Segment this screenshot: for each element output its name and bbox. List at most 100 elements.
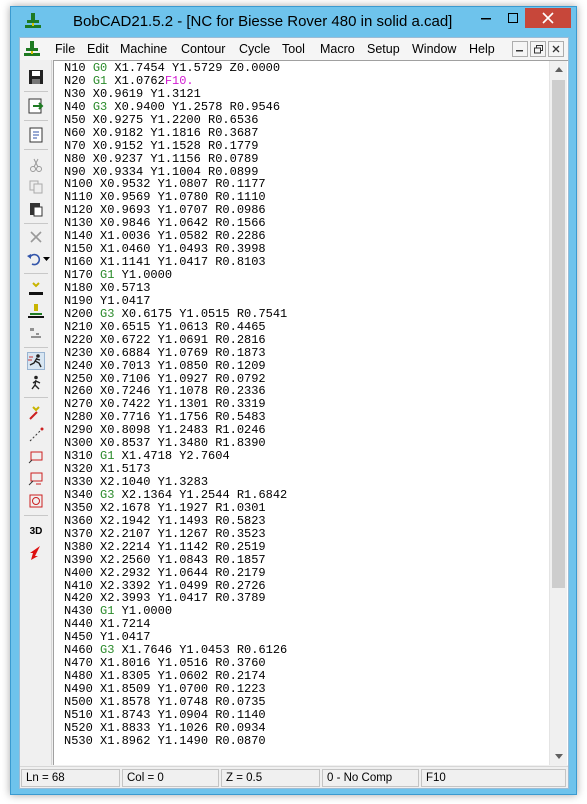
code-line[interactable]: N430 G1 Y1.0000 — [64, 605, 544, 618]
code-line[interactable]: N170 G1 Y1.0000 — [64, 269, 544, 282]
code-line[interactable]: N290 X0.8098 Y1.2483 R1.0246 — [64, 424, 544, 437]
run-icon[interactable] — [27, 352, 45, 370]
code-line[interactable]: N110 X0.9569 Y1.0780 R0.1110 — [64, 191, 544, 204]
code-line[interactable]: N330 X2.1040 Y1.3283 — [64, 476, 544, 489]
3d-icon[interactable]: 3D — [27, 522, 45, 540]
undo-icon[interactable] — [25, 250, 43, 268]
code-line[interactable]: N70 X0.9152 Y1.1528 R0.1779 — [64, 140, 544, 153]
rectangle-arrow-icon[interactable] — [27, 470, 45, 488]
code-line[interactable]: N240 X0.7013 Y1.0850 R0.1209 — [64, 360, 544, 373]
step-icon[interactable] — [27, 324, 45, 342]
menu-machine[interactable]: Machine — [120, 42, 167, 56]
code-line[interactable]: N150 X1.0460 Y1.0493 R0.3998 — [64, 243, 544, 256]
code-line[interactable]: N30 X0.9619 Y1.3121 — [64, 88, 544, 101]
code-line[interactable]: N50 X0.9275 Y1.2200 R0.6536 — [64, 114, 544, 127]
code-line[interactable]: N320 X1.5173 — [64, 463, 544, 476]
cut-icon[interactable] — [27, 156, 45, 174]
code-line[interactable]: N530 X1.8962 Y1.1490 R0.0870 — [64, 735, 544, 748]
code-text: N120 X0.9693 Y1.0707 R0.0986 — [64, 204, 266, 218]
scroll-down-arrow-icon[interactable] — [550, 748, 567, 765]
code-line[interactable]: N90 X0.9334 Y1.1004 R0.0899 — [64, 166, 544, 179]
dropdown-icon[interactable] — [42, 250, 50, 268]
code-line[interactable]: N180 X0.5713 — [64, 282, 544, 295]
delete-icon[interactable] — [27, 228, 45, 246]
menu-macro[interactable]: Macro — [320, 42, 355, 56]
code-line[interactable]: N490 X1.8509 Y1.0700 R0.1223 — [64, 683, 544, 696]
title-bar[interactable]: BobCAD21.5.2 - [NC for Biesse Rover 480 … — [11, 7, 576, 35]
code-line[interactable]: N60 X0.9182 Y1.1816 R0.3687 — [64, 127, 544, 140]
dashed-line-icon[interactable] — [27, 426, 45, 444]
menu-file[interactable]: File — [55, 42, 75, 56]
code-line[interactable]: N340 G3 X2.1364 Y1.2544 R1.6842 — [64, 489, 544, 502]
code-line[interactable]: N10 G0 X1.7454 Y1.5729 Z0.0000 — [64, 62, 544, 75]
code-line[interactable]: N220 X0.6722 Y1.0691 R0.2816 — [64, 334, 544, 347]
code-line[interactable]: N230 X0.6884 Y1.0769 R0.1873 — [64, 347, 544, 360]
red-arrow-icon[interactable] — [27, 544, 45, 562]
scroll-up-arrow-icon[interactable] — [550, 61, 567, 78]
tool-path-icon[interactable] — [27, 280, 45, 298]
wire-icon[interactable] — [27, 404, 45, 422]
code-line[interactable]: N410 X2.3392 Y1.0499 R0.2726 — [64, 580, 544, 593]
code-line[interactable]: N440 X1.7214 — [64, 618, 544, 631]
code-line[interactable]: N80 X0.9237 Y1.1156 R0.0789 — [64, 153, 544, 166]
nc-code-editor[interactable]: N10 G0 X1.7454 Y1.5729 Z0.0000 N20 G1 X1.… — [53, 60, 568, 765]
menu-help[interactable]: Help — [469, 42, 495, 56]
code-line[interactable]: N310 G1 X1.4718 Y2.7604 — [64, 450, 544, 463]
code-line[interactable]: N210 X0.6515 Y1.0613 R0.4465 — [64, 321, 544, 334]
code-line[interactable]: N260 X0.7246 Y1.1078 R0.2336 — [64, 385, 544, 398]
maximize-button[interactable] — [500, 8, 526, 28]
mdi-close-button[interactable] — [548, 41, 564, 57]
code-line[interactable]: N520 X1.8833 Y1.1026 R0.0934 — [64, 722, 544, 735]
code-line[interactable]: N400 X2.2932 Y1.0644 R0.2179 — [64, 567, 544, 580]
minimize-button[interactable] — [473, 8, 499, 28]
menu-cycle[interactable]: Cycle — [239, 42, 270, 56]
code-line[interactable]: N160 X1.1141 Y1.0417 R0.8103 — [64, 256, 544, 269]
code-line[interactable]: N130 X0.9846 Y1.0642 R0.1566 — [64, 217, 544, 230]
paste-icon[interactable] — [27, 200, 45, 218]
copy-icon[interactable] — [27, 178, 45, 196]
code-line[interactable]: N190 Y1.0417 — [64, 295, 544, 308]
menu-edit[interactable]: Edit — [87, 42, 109, 56]
code-line[interactable]: N270 X0.7422 Y1.1301 R0.3319 — [64, 398, 544, 411]
code-line[interactable]: N480 X1.8305 Y1.0602 R0.2174 — [64, 670, 544, 683]
code-line[interactable]: N120 X0.9693 Y1.0707 R0.0986 — [64, 204, 544, 217]
walk-icon[interactable] — [27, 374, 45, 392]
mdi-minimize-button[interactable] — [512, 41, 528, 57]
rectangle-circle-icon[interactable] — [27, 492, 45, 510]
menu-contour[interactable]: Contour — [181, 42, 225, 56]
bobcad-app-icon[interactable] — [25, 13, 41, 29]
code-line[interactable]: N500 X1.8578 Y1.0748 R0.0735 — [64, 696, 544, 709]
menu-setup[interactable]: Setup — [367, 42, 400, 56]
code-line[interactable]: N370 X2.2107 Y1.1267 R0.3523 — [64, 528, 544, 541]
tool-select-icon[interactable] — [27, 302, 45, 320]
code-line[interactable]: N390 X2.2560 Y1.0843 R0.1857 — [64, 554, 544, 567]
code-line[interactable]: N470 X1.8016 Y1.0516 R0.3760 — [64, 657, 544, 670]
scrollbar-thumb[interactable] — [552, 80, 565, 588]
code-line[interactable]: N300 X0.8537 Y1.3480 R1.8390 — [64, 437, 544, 450]
document-system-icon[interactable] — [24, 41, 40, 57]
save-icon[interactable] — [27, 68, 45, 86]
menu-tool[interactable]: Tool — [282, 42, 305, 56]
code-line[interactable]: N100 X0.9532 Y1.0807 R0.1177 — [64, 178, 544, 191]
code-line[interactable]: N450 Y1.0417 — [64, 631, 544, 644]
code-line[interactable]: N360 X2.1942 Y1.1493 R0.5823 — [64, 515, 544, 528]
code-line[interactable]: N200 G3 X0.6175 Y1.0515 R0.7541 — [64, 308, 544, 321]
export-icon[interactable] — [27, 97, 45, 115]
menu-window[interactable]: Window — [412, 42, 456, 56]
code-line[interactable]: N380 X2.2214 Y1.1142 R0.2519 — [64, 541, 544, 554]
code-line[interactable]: N460 G3 X1.7646 Y1.0453 R0.6126 — [64, 644, 544, 657]
code-line[interactable]: N350 X2.1678 Y1.1927 R1.0301 — [64, 502, 544, 515]
document-icon[interactable] — [27, 126, 45, 144]
nc-code-text[interactable]: N10 G0 X1.7454 Y1.5729 Z0.0000 N20 G1 X1.… — [64, 62, 544, 748]
code-line[interactable]: N20 G1 X1.0762F10. — [64, 75, 544, 88]
close-button[interactable] — [525, 8, 571, 28]
code-line[interactable]: N140 X1.0036 Y1.0582 R0.2286 — [64, 230, 544, 243]
code-line[interactable]: N280 X0.7716 Y1.1756 R0.5483 — [64, 411, 544, 424]
code-line[interactable]: N420 X2.3993 Y1.0417 R0.3789 — [64, 592, 544, 605]
code-line[interactable]: N510 X1.8743 Y1.0904 R0.1140 — [64, 709, 544, 722]
rectangle-icon[interactable] — [27, 448, 45, 466]
code-line[interactable]: N250 X0.7106 Y1.0927 R0.0792 — [64, 373, 544, 386]
mdi-restore-button[interactable] — [530, 41, 546, 57]
code-line[interactable]: N40 G3 X0.9400 Y1.2578 R0.9546 — [64, 101, 544, 114]
vertical-scrollbar[interactable] — [549, 61, 567, 765]
